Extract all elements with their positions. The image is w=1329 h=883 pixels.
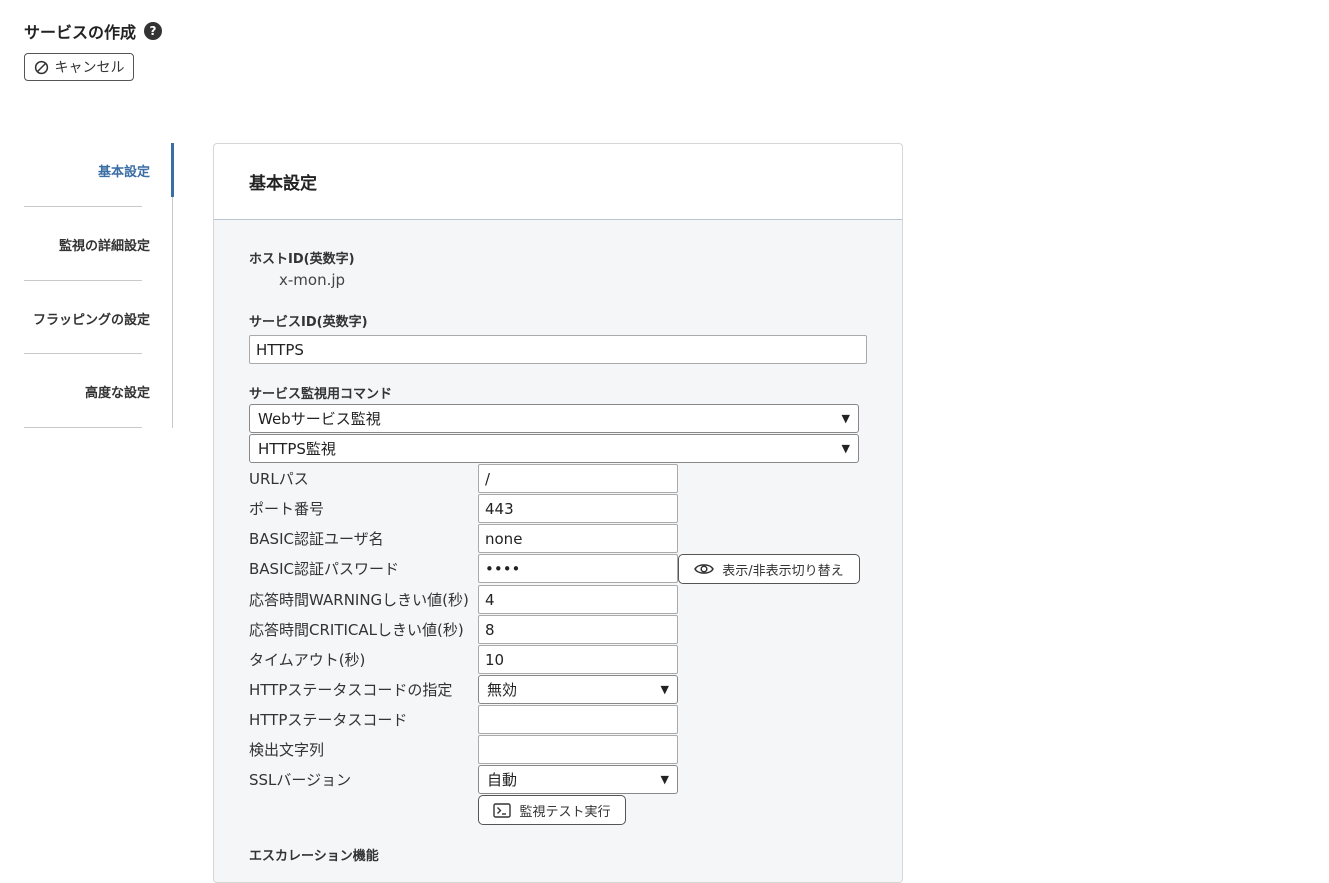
port-label: ポート番号 <box>249 500 325 518</box>
sidebar-item-advanced[interactable]: 高度な設定 <box>24 382 150 401</box>
help-icon[interactable]: ? <box>144 22 163 40</box>
side-nav-active-indicator <box>171 143 174 197</box>
service-id-label: サービスID(英数字) <box>249 315 368 330</box>
cancel-button[interactable]: キャンセル <box>24 53 134 81</box>
host-id-value: x-mon.jp <box>279 271 346 289</box>
settings-panel: 基本設定 ホストID(英数字) x-mon.jp サービスID(英数字) サービ… <box>213 143 903 883</box>
escalation-label: エスカレーション機能 <box>249 849 379 864</box>
ssl-version-label: SSLバージョン <box>249 771 352 789</box>
basic-auth-password-input[interactable] <box>478 554 678 583</box>
basic-auth-user-input[interactable] <box>478 524 678 553</box>
cancel-icon <box>34 60 48 74</box>
command-label: サービス監視用コマンド <box>249 387 393 402</box>
command-category-value: Webサービス監視 <box>258 410 381 428</box>
page-title: サービスの作成 ? <box>24 19 163 43</box>
command-plugin-select[interactable]: HTTPS監視 ▼ <box>249 434 859 463</box>
run-test-button[interactable]: 監視テスト実行 <box>478 795 626 825</box>
nav-separator <box>24 427 142 428</box>
chevron-down-icon: ▼ <box>660 773 669 786</box>
sidebar-item-flapping[interactable]: フラッピングの設定 <box>24 309 150 328</box>
warning-threshold-label: 応答時間WARNINGしきい値(秒) <box>249 591 469 609</box>
command-plugin-value: HTTPS監視 <box>258 440 336 458</box>
status-code-mode-value: 無効 <box>487 681 518 699</box>
basic-auth-password-label: BASIC認証パスワード <box>249 560 399 578</box>
host-id-label: ホストID(英数字) <box>249 252 355 267</box>
warning-threshold-input[interactable] <box>478 585 678 614</box>
search-string-label: 検出文字列 <box>249 741 325 759</box>
status-code-mode-label: HTTPステータスコードの指定 <box>249 681 453 699</box>
service-id-input[interactable] <box>249 335 867 364</box>
sidebar-item-monitor-detail[interactable]: 監視の詳細設定 <box>24 235 150 254</box>
url-path-input[interactable] <box>478 464 678 493</box>
eye-icon <box>694 564 715 574</box>
search-string-input[interactable] <box>478 735 678 764</box>
panel-title: 基本設定 <box>214 144 902 220</box>
status-code-label: HTTPステータスコード <box>249 711 408 729</box>
chevron-down-icon: ▼ <box>841 442 850 455</box>
toggle-password-label: 表示/非表示切り替え <box>722 563 844 579</box>
timeout-input[interactable] <box>478 645 678 674</box>
critical-threshold-input[interactable] <box>478 615 678 644</box>
url-path-label: URLパス <box>249 470 309 488</box>
status-code-mode-select[interactable]: 無効 ▼ <box>478 675 678 704</box>
toggle-password-button[interactable]: 表示/非表示切り替え <box>678 554 860 584</box>
nav-separator <box>24 206 142 207</box>
command-category-select[interactable]: Webサービス監視 ▼ <box>249 404 859 433</box>
chevron-down-icon: ▼ <box>841 412 850 425</box>
critical-threshold-label: 応答時間CRITICALしきい値(秒) <box>249 621 464 639</box>
ssl-version-value: 自動 <box>487 771 518 789</box>
basic-auth-user-label: BASIC認証ユーザ名 <box>249 530 384 548</box>
port-input[interactable] <box>478 494 678 523</box>
chevron-down-icon: ▼ <box>660 683 669 696</box>
page-title-text: サービスの作成 <box>24 23 137 42</box>
run-test-label: 監視テスト実行 <box>519 804 611 820</box>
status-code-input[interactable] <box>478 705 678 734</box>
terminal-icon <box>493 802 512 818</box>
nav-separator <box>24 353 142 354</box>
cancel-button-label: キャンセル <box>54 60 125 76</box>
ssl-version-select[interactable]: 自動 ▼ <box>478 765 678 794</box>
timeout-label: タイムアウト(秒) <box>249 651 366 669</box>
sidebar-item-basic[interactable]: 基本設定 <box>24 161 150 180</box>
nav-separator <box>24 280 142 281</box>
